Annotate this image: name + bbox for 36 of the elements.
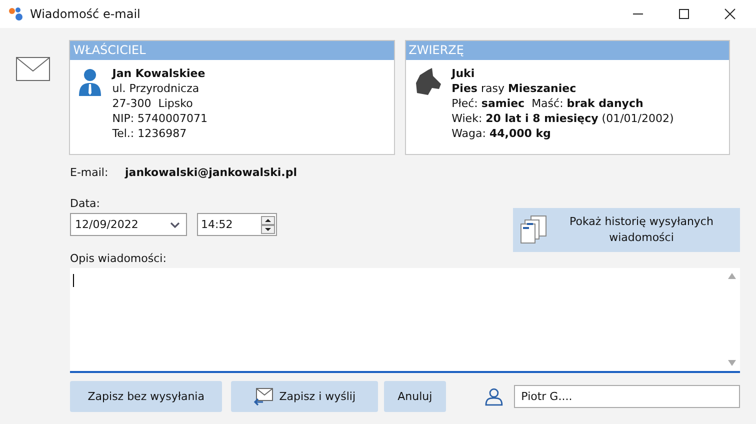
owner-name: Jan Kowalskiee [112, 66, 206, 81]
time-field[interactable]: 14:52 [197, 213, 277, 236]
owner-detail: Tel.: 1236987 [112, 126, 188, 141]
envelope-arrow-icon [253, 388, 274, 406]
spin-down-icon[interactable] [261, 224, 275, 234]
card-header: WŁAŚCICIEL [70, 41, 394, 60]
pet-detail: Waga: 44,000 kg [452, 126, 552, 141]
pet-detail: Płeć: samiec Maść: brak danych [452, 96, 644, 111]
action-button[interactable]: Anuluj [384, 381, 446, 412]
documents-icon [519, 215, 549, 245]
card-header: ZWIERZĘ [406, 41, 729, 60]
owner-detail: NIP: 5740007071 [112, 111, 208, 126]
owner-detail: 27-300 Lipsko [112, 96, 194, 111]
person-icon [78, 68, 102, 96]
date-label: Data: [70, 197, 101, 210]
pet-detail: Pies rasy Mieszaniec [452, 81, 578, 96]
spin-up-icon[interactable] [261, 216, 275, 224]
pet-detail: Wiek: 20 lat i 8 miesięcy (01/01/2002) [452, 111, 674, 126]
app-logo-icon [8, 6, 24, 22]
email-address: jankowalski@jankowalski.pl [125, 166, 298, 179]
date-picker[interactable]: 12/09/2022 [70, 213, 187, 236]
dog-head-icon [414, 68, 442, 96]
action-button[interactable]: Zapisz bez wysyłania [70, 381, 222, 412]
email-label: E-mail: [70, 166, 110, 179]
user-field[interactable]: Piotr G.... [514, 385, 740, 408]
history-button[interactable]: Pokaż historię wysyłanych wiadomości [513, 208, 740, 252]
owner-detail: ul. Przyrodnicza [112, 81, 200, 96]
action-button[interactable]: Zapisz i wyślij [231, 381, 378, 412]
user-icon [485, 388, 504, 406]
window-title: Wiadomość e-mail [30, 7, 140, 21]
pet-name: Juki [452, 66, 476, 81]
envelope-icon [16, 57, 50, 81]
chevron-down-icon [170, 222, 180, 228]
maximize-icon[interactable] [678, 8, 690, 20]
message-label: Opis wiadomości: [69, 252, 168, 265]
close-icon[interactable] [724, 8, 736, 20]
